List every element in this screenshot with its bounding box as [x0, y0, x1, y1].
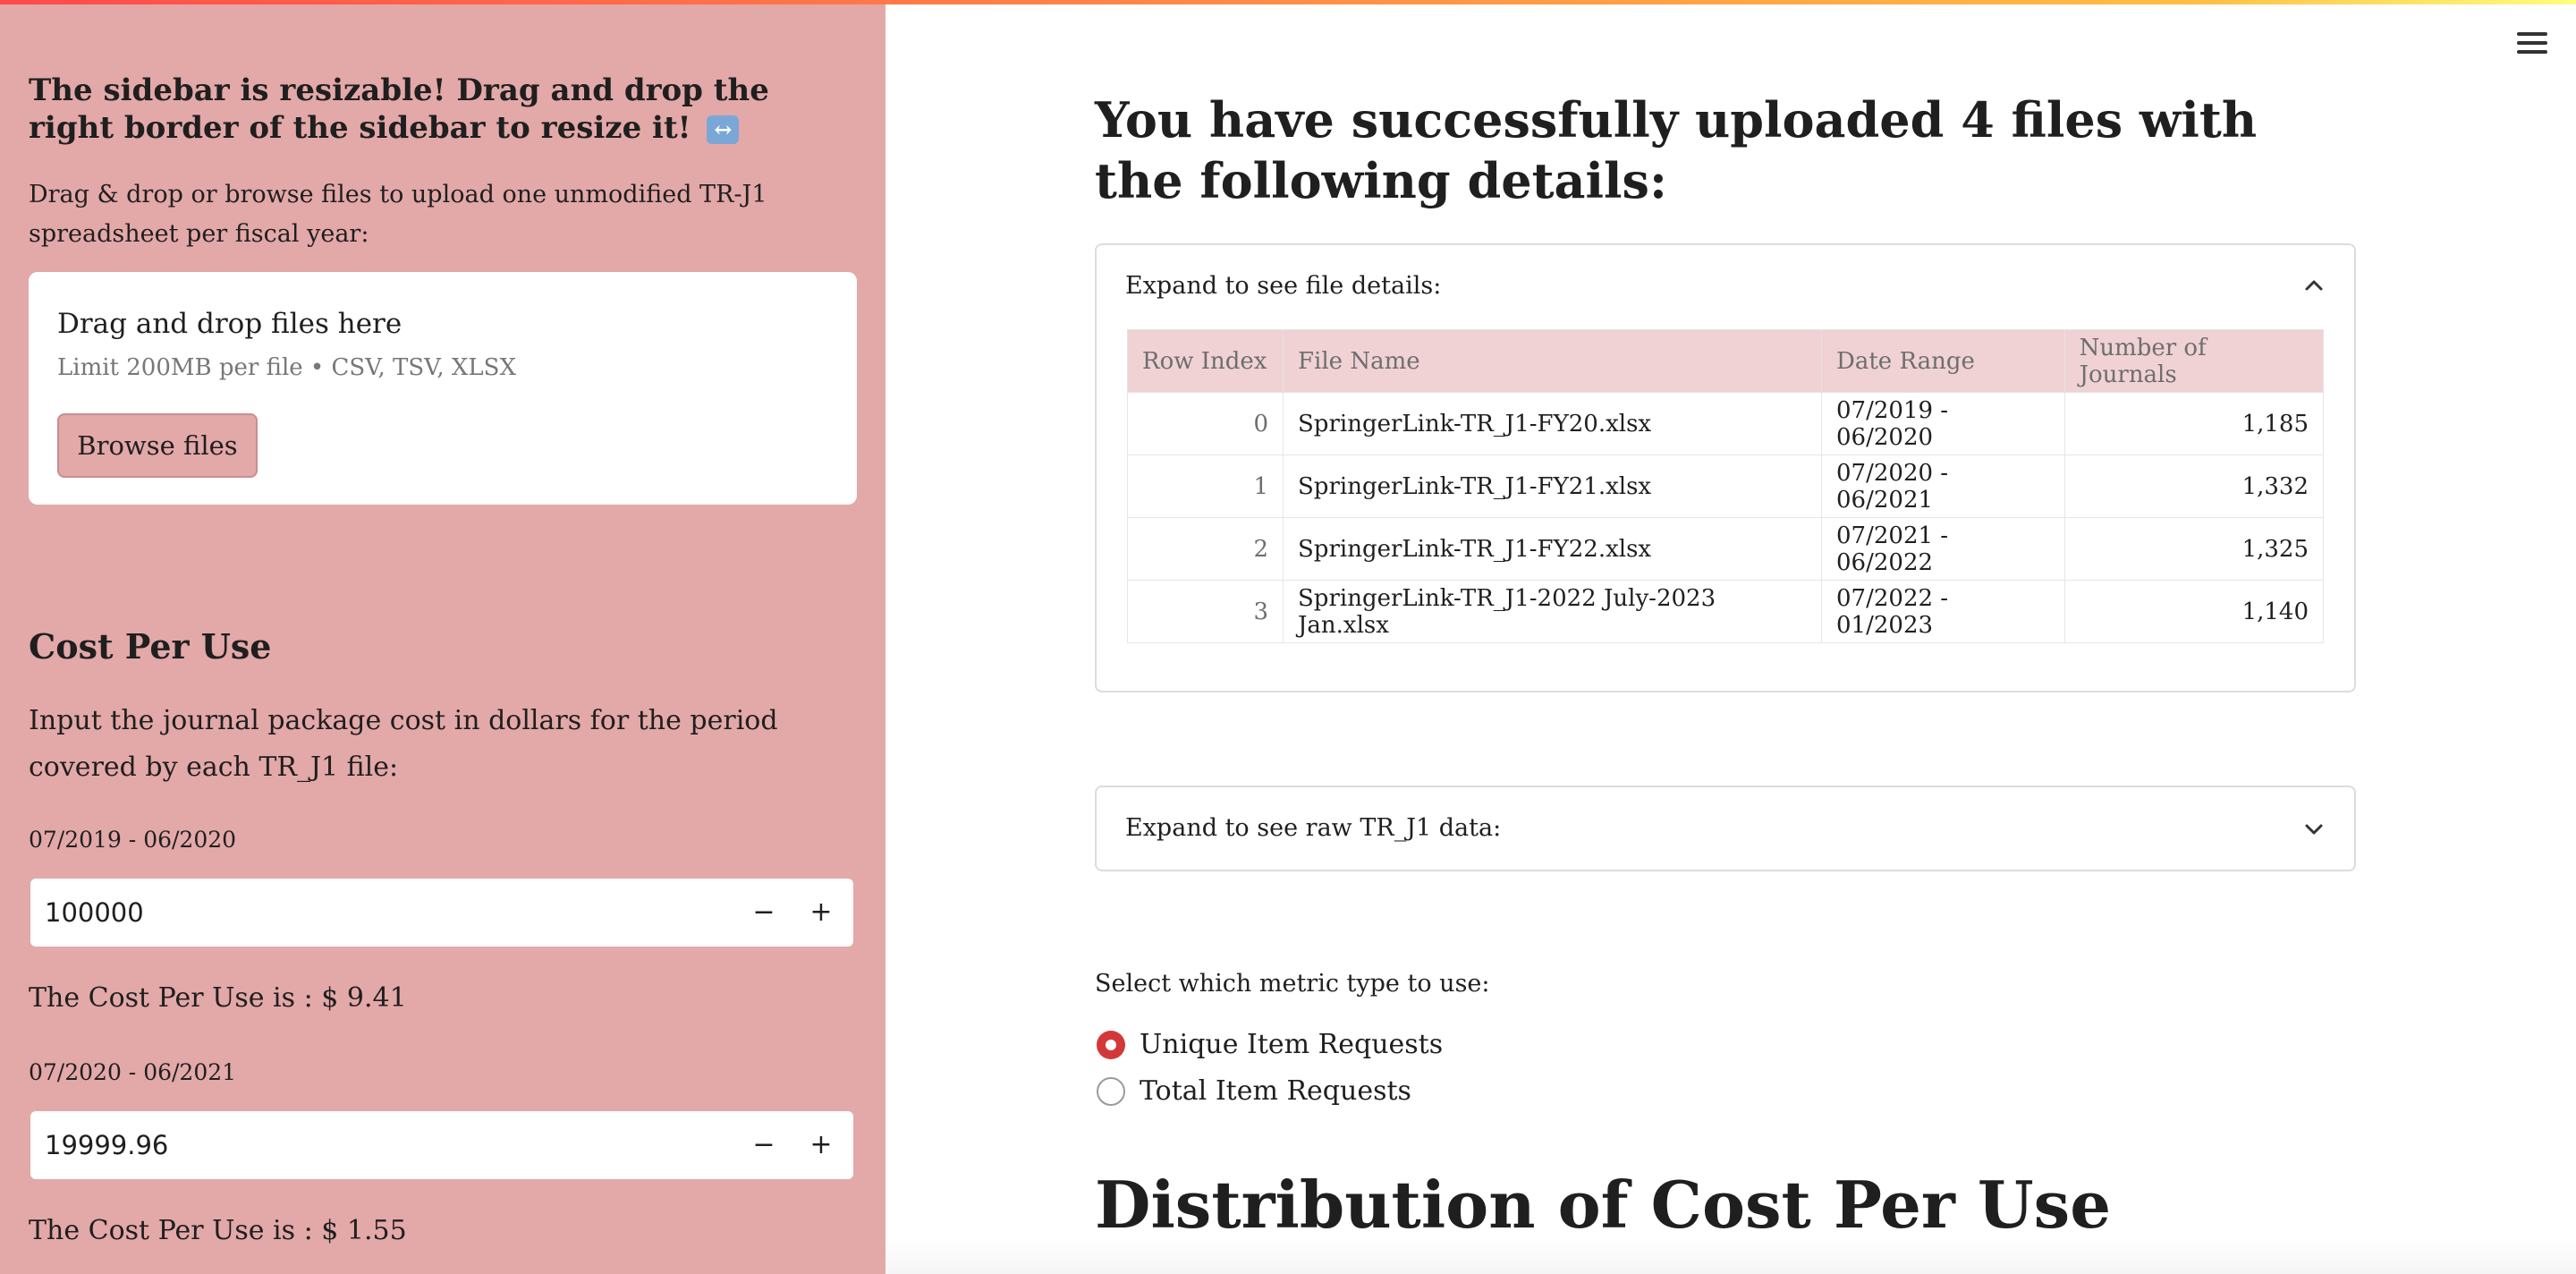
- decrement-button[interactable]: −: [739, 1120, 789, 1170]
- chevron-up-icon[interactable]: [2302, 274, 2326, 297]
- upload-instructions: Drag & drop or browse files to upload on…: [29, 181, 767, 248]
- raw-data-expander-label: Expand to see raw TR_J1 data:: [1125, 814, 1502, 842]
- date-range-cell: 07/2019 - 06/2020: [1821, 392, 2065, 455]
- browse-files-button[interactable]: Browse files: [57, 413, 258, 478]
- row-index-cell: 0: [1127, 392, 1284, 455]
- sidebar-heading-text: The sidebar is resizable! Drag and drop …: [29, 72, 769, 146]
- column-header[interactable]: File Name: [1282, 329, 1823, 393]
- table-row: 2 SpringerLink-TR_J1-FY22.xlsx 07/2021 -…: [1127, 517, 2325, 581]
- cost-number-input: − +: [29, 1109, 855, 1181]
- cost-number-input: − +: [29, 877, 855, 948]
- cost-per-use-result: The Cost Per Use is : $ 1.55: [29, 1215, 407, 1246]
- file-name-cell: SpringerLink-TR_J1-2022 July-2023 Jan.xl…: [1282, 580, 1823, 643]
- cost-input-field[interactable]: [45, 879, 724, 947]
- file-details-expander-label[interactable]: Expand to see file details:: [1125, 272, 1441, 300]
- distribution-title: Distribution of Cost Per Use: [1095, 1167, 2112, 1243]
- table-row: 1 SpringerLink-TR_J1-FY21.xlsx 07/2020 -…: [1127, 454, 2325, 518]
- file-details-expander: Expand to see file details: Row Index Fi…: [1095, 243, 2356, 692]
- left-right-arrow-icon: ↔: [707, 115, 740, 144]
- dropzone-title: Drag and drop files here: [57, 308, 402, 340]
- increment-button[interactable]: +: [796, 1120, 846, 1170]
- date-range-cell: 07/2022 - 01/2023: [1821, 580, 2065, 643]
- table-row: 3 SpringerLink-TR_J1-2022 July-2023 Jan.…: [1127, 580, 2325, 643]
- file-name-cell: SpringerLink-TR_J1-FY21.xlsx: [1282, 454, 1823, 518]
- sidebar-heading: The sidebar is resizable! Drag and drop …: [29, 72, 857, 147]
- period-label: 07/2020 - 06/2021: [29, 1059, 237, 1085]
- decrement-button[interactable]: −: [739, 888, 789, 938]
- row-index-cell: 1: [1127, 454, 1284, 518]
- page-title: You have successfully uploaded 4 files w…: [1095, 91, 2258, 209]
- radio-option-unique[interactable]: Unique Item Requests: [1097, 1029, 1443, 1060]
- file-name-cell: SpringerLink-TR_J1-FY22.xlsx: [1282, 517, 1823, 581]
- chevron-down-icon[interactable]: [2302, 818, 2326, 841]
- radio-selected-icon[interactable]: [1097, 1030, 1125, 1059]
- radio-unselected-icon[interactable]: [1097, 1076, 1125, 1106]
- increment-button[interactable]: +: [796, 888, 846, 938]
- file-dropzone[interactable]: Drag and drop files here Limit 200MB per…: [29, 272, 857, 505]
- scroll-fade: [886, 1238, 2576, 1274]
- cost-input-field[interactable]: [45, 1111, 724, 1179]
- table-row: 0 SpringerLink-TR_J1-FY20.xlsx 07/2019 -…: [1127, 392, 2325, 455]
- radio-label: Unique Item Requests: [1140, 1029, 1444, 1060]
- file-name-cell: SpringerLink-TR_J1-FY20.xlsx: [1282, 392, 1823, 455]
- journal-count-cell: 1,325: [2063, 517, 2325, 581]
- journal-count-cell: 1,140: [2063, 580, 2325, 643]
- radio-option-total[interactable]: Total Item Requests: [1097, 1075, 1411, 1107]
- main-menu-icon[interactable]: [2517, 30, 2547, 55]
- date-range-cell: 07/2020 - 06/2021: [1821, 454, 2065, 518]
- cost-per-use-result: The Cost Per Use is : $ 9.41: [29, 982, 407, 1014]
- raw-data-expander[interactable]: Expand to see raw TR_J1 data:: [1095, 786, 2356, 871]
- radio-label: Total Item Requests: [1140, 1075, 1411, 1107]
- column-header[interactable]: Date Range: [1821, 329, 2065, 393]
- journal-count-cell: 1,185: [2063, 392, 2325, 455]
- file-details-table: Row Index File Name Date Range Number of…: [1127, 329, 2325, 643]
- cost-per-use-title: Cost Per Use: [29, 626, 272, 667]
- column-header[interactable]: Number of Journals: [2063, 329, 2325, 393]
- sidebar: The sidebar is resizable! Drag and drop …: [0, 0, 886, 1274]
- row-index-cell: 3: [1127, 580, 1284, 643]
- period-label: 07/2019 - 06/2020: [29, 827, 237, 853]
- column-header[interactable]: Row Index: [1127, 329, 1284, 393]
- dropzone-limit: Limit 200MB per file • CSV, TSV, XLSX: [57, 354, 516, 381]
- table-header-row: Row Index File Name Date Range Number of…: [1127, 329, 2325, 393]
- date-range-cell: 07/2021 - 06/2022: [1821, 517, 2065, 581]
- top-decoration-bar: [0, 0, 2576, 4]
- cost-per-use-description: Input the journal package cost in dollar…: [29, 705, 778, 783]
- row-index-cell: 2: [1127, 517, 1284, 581]
- journal-count-cell: 1,332: [2063, 454, 2325, 518]
- metric-select-label: Select which metric type to use:: [1095, 970, 1490, 998]
